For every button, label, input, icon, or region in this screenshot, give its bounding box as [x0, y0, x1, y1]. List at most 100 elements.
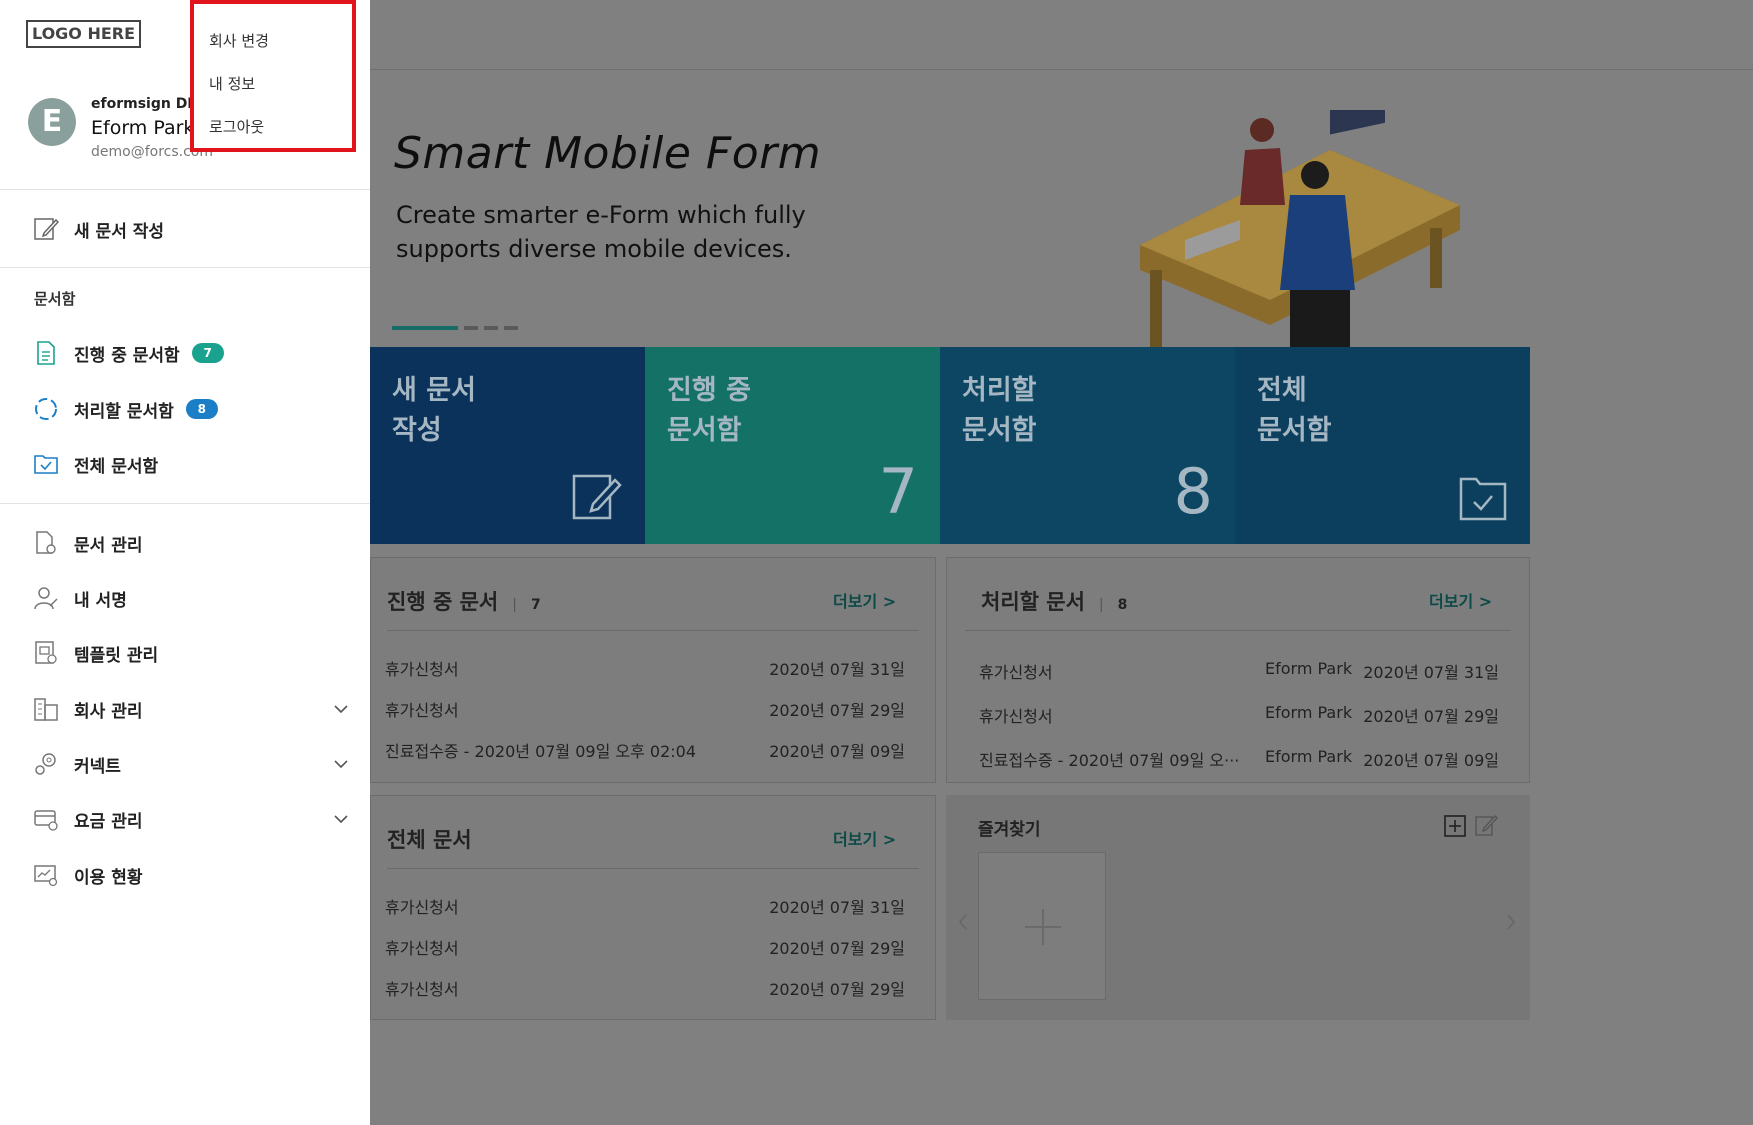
tile-all-documents[interactable]: 전체 문서함	[1235, 347, 1530, 544]
sidebar-item-label: 요금 관리	[74, 811, 143, 832]
usage-chart-icon	[32, 861, 60, 889]
user-name[interactable]: Eform Park	[91, 117, 194, 139]
more-link[interactable]: 더보기 >	[833, 826, 896, 850]
sidebar-item-label: 템플릿 관리	[74, 645, 159, 666]
list-item[interactable]: 휴가신청서 2020년 07월 29일	[385, 935, 905, 959]
more-link[interactable]: 더보기 >	[833, 588, 896, 612]
pagination-dot[interactable]	[464, 326, 478, 330]
tile-count: 7	[878, 455, 918, 528]
sidebar-item-label: 이용 현황	[74, 867, 143, 888]
divider	[387, 630, 919, 631]
chevron-down-icon[interactable]	[334, 812, 348, 826]
list-item[interactable]: 휴가신청서 Eform Park 2020년 07월 31일	[979, 659, 1499, 683]
add-icon[interactable]	[1444, 815, 1466, 837]
sidebar-item-label: 새 문서 작성	[74, 221, 165, 242]
folder-check-icon	[32, 450, 60, 478]
sidebar-item-label: 처리할 문서함	[74, 401, 174, 422]
count-badge: 7	[191, 343, 224, 363]
chevron-right-icon[interactable]	[1506, 913, 1516, 931]
template-icon	[32, 639, 60, 667]
banner-title: Smart Mobile Form	[394, 128, 822, 179]
tile-title: 새 문서 작성	[392, 375, 476, 446]
list-item[interactable]: 휴가신청서 2020년 07월 29일	[385, 976, 905, 1000]
edit-document-icon	[32, 215, 60, 243]
new-document-section: 새 문서 작성	[0, 190, 370, 268]
folder-check-icon	[1459, 477, 1507, 521]
sidebar-item-label: 내 서명	[74, 590, 127, 611]
sidebar-item-document-management[interactable]: 문서 관리	[32, 528, 142, 558]
panel-count: 8	[1117, 597, 1128, 613]
more-link[interactable]: 더보기 >	[1429, 588, 1492, 612]
sidebar-item-new-document[interactable]: 새 문서 작성	[32, 214, 164, 244]
list-item[interactable]: 휴가신청서 Eform Park 2020년 07월 29일	[979, 703, 1499, 727]
document-icon	[32, 339, 60, 367]
pagination-dot[interactable]	[484, 326, 498, 330]
tile-title: 진행 중 문서함	[667, 375, 751, 446]
banner-illustration	[1140, 110, 1460, 348]
tile-new-document[interactable]: 새 문서 작성	[370, 347, 645, 544]
divider	[387, 868, 919, 869]
sidebar-item-my-signature[interactable]: 내 서명	[32, 583, 127, 613]
sidebar-item-to-process[interactable]: 처리할 문서함 8	[32, 394, 218, 424]
credit-card-icon	[32, 805, 60, 833]
menu-item-logout[interactable]: 로그아웃	[209, 116, 264, 137]
avatar[interactable]: E	[28, 98, 76, 146]
panel-to-process-documents: 처리할 문서 | 8 더보기 > 휴가신청서 Eform Park 2020년 07월 …	[946, 557, 1530, 783]
sidebar-item-label: 진행 중 문서함	[74, 345, 180, 366]
sidebar-item-label: 문서 관리	[74, 535, 143, 556]
sidebar-item-label: 전체 문서함	[74, 456, 159, 477]
document-settings-icon	[32, 529, 60, 557]
edit-icon[interactable]	[1474, 813, 1498, 837]
logo: LOGO HERE	[26, 20, 141, 48]
panel-favorites: 즐겨찾기	[946, 795, 1530, 1020]
tile-in-progress[interactable]: 진행 중 문서함 7	[645, 347, 940, 544]
list-item[interactable]: 휴가신청서 2020년 07월 31일	[385, 656, 905, 680]
count-badge: 8	[185, 399, 218, 419]
sidebar-item-usage-status[interactable]: 이용 현황	[32, 860, 142, 890]
menu-item-my-info[interactable]: 내 정보	[209, 73, 255, 94]
add-favorite-card[interactable]	[978, 852, 1106, 1000]
profile-dropdown-menu: 회사 변경 내 정보 로그아웃	[190, 0, 356, 152]
chevron-left-icon[interactable]	[958, 913, 968, 931]
top-bar	[370, 0, 1753, 70]
sidebar-item-all-documents[interactable]: 전체 문서함	[32, 449, 158, 479]
sidebar-item-label: 커넥트	[74, 756, 121, 777]
list-item[interactable]: 휴가신청서 2020년 07월 29일	[385, 697, 905, 721]
sidebar-item-template-management[interactable]: 템플릿 관리	[32, 638, 158, 668]
panel-title: 즐겨찾기	[978, 820, 1041, 840]
panel-title: 처리할 문서 | 8	[981, 590, 1128, 614]
panel-in-progress-documents: 진행 중 문서 | 7 더보기 > 휴가신청서 2020년 07월 31일 휴가신청서…	[370, 557, 936, 783]
banner-pagination	[392, 326, 524, 345]
banner-subtitle: Create smarter e-Form which fully suppor…	[396, 201, 806, 263]
sidebar-item-company-management[interactable]: 회사 관리	[32, 694, 348, 724]
tile-title: 전체 문서함	[1257, 375, 1332, 446]
sidebar-item-in-progress[interactable]: 진행 중 문서함 7	[32, 338, 224, 368]
sidebar-item-connect[interactable]: 커넥트	[32, 749, 348, 779]
building-icon	[32, 695, 60, 723]
tile-title: 처리할 문서함	[962, 375, 1037, 446]
menu-item-change-company[interactable]: 회사 변경	[209, 30, 269, 51]
sidebar-item-billing[interactable]: 요금 관리	[32, 804, 348, 834]
edit-document-icon	[572, 474, 622, 520]
panel-title: 전체 문서	[387, 828, 472, 852]
refresh-circle-icon	[32, 395, 60, 423]
chevron-down-icon[interactable]	[334, 757, 348, 771]
tile-to-process[interactable]: 처리할 문서함 8	[940, 347, 1235, 544]
section-label-documents: 문서함	[34, 290, 76, 308]
gears-icon	[32, 750, 60, 778]
tile-count: 8	[1173, 455, 1213, 528]
list-item[interactable]: 휴가신청서 2020년 07월 31일	[385, 894, 905, 918]
sidebar-item-label: 회사 관리	[74, 701, 143, 722]
panel-all-documents: 전체 문서 더보기 > 휴가신청서 2020년 07월 31일 휴가신청서 2020…	[370, 795, 936, 1020]
list-item[interactable]: 진료접수증 - 2020년 07월 09일 오··· Eform Park 2020…	[979, 747, 1499, 771]
user-signature-icon	[32, 584, 60, 612]
divider	[0, 503, 370, 504]
panel-title: 진행 중 문서 | 7	[387, 590, 541, 614]
list-item[interactable]: 진료접수증 - 2020년 07월 09일 오후 02:04 2020년 07월 …	[385, 738, 905, 762]
sidebar: LOGO HERE E eformsign DEM Eform Park dem…	[0, 0, 370, 1125]
divider	[965, 630, 1511, 631]
panel-count: 7	[530, 597, 541, 613]
pagination-dot-active[interactable]	[392, 326, 458, 330]
chevron-down-icon[interactable]	[334, 702, 348, 716]
pagination-dot[interactable]	[504, 326, 518, 330]
